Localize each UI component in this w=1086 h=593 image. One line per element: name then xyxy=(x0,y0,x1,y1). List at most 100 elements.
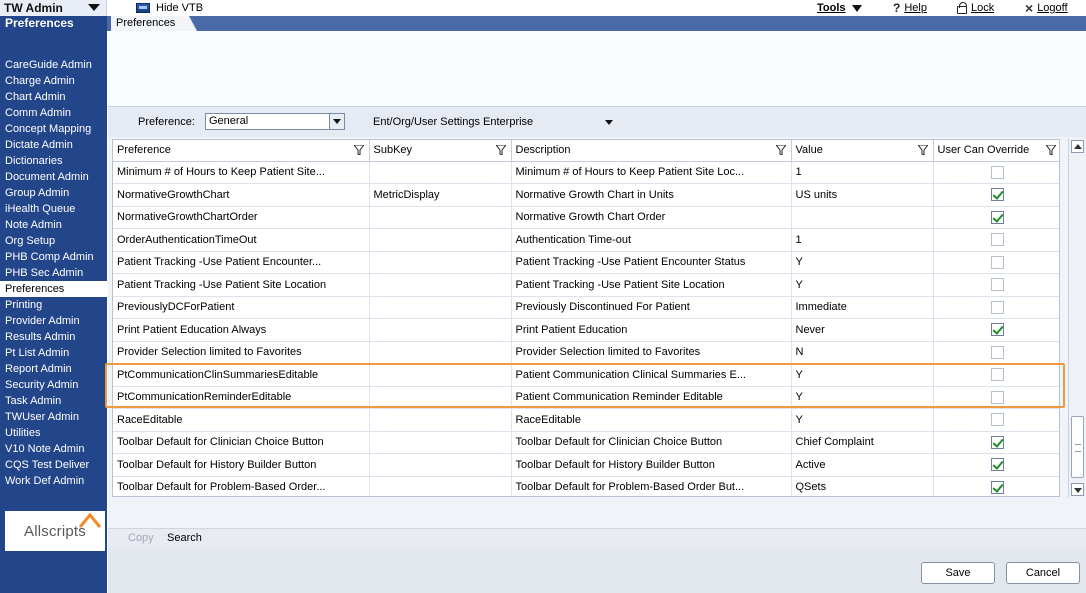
user-can-override-checkbox[interactable] xyxy=(990,300,1004,314)
filter-icon[interactable] xyxy=(353,145,364,155)
help-link[interactable]: ? Help xyxy=(893,1,927,15)
settings-level-label: Ent/Org/User Settings Enterprise xyxy=(373,116,534,128)
user-can-override-checkbox[interactable] xyxy=(990,435,1004,449)
sidebar-item[interactable]: CQS Test Deliver xyxy=(0,457,107,473)
cancel-button[interactable]: Cancel xyxy=(1006,562,1080,584)
sidebar-item[interactable]: Chart Admin xyxy=(0,89,107,105)
scroll-thumb[interactable] xyxy=(1071,416,1084,478)
cell-preference: Toolbar Default for Clinician Choice But… xyxy=(113,431,370,454)
sidebar-item[interactable]: Org Setup xyxy=(0,233,107,249)
table-row[interactable]: Patient Tracking -Use Patient Encounter.… xyxy=(113,251,1059,274)
table-row[interactable]: Print Patient Education Always Print Pati… xyxy=(113,318,1059,342)
sidebar-item[interactable]: Dictate Admin xyxy=(0,137,107,153)
scroll-up-arrow-icon[interactable] xyxy=(1071,140,1084,153)
user-can-override-checkbox[interactable] xyxy=(990,165,1004,179)
sidebar-item[interactable]: Report Admin xyxy=(0,361,107,377)
cell-preference: Provider Selection limited to Favorites xyxy=(113,341,370,364)
sidebar-item[interactable]: PHB Sec Admin xyxy=(0,265,107,281)
table-row[interactable]: Provider Selection limited to Favorites P… xyxy=(113,341,1059,364)
logoff-button[interactable]: × Logoff xyxy=(1025,0,1068,16)
sidebar-item[interactable]: Charge Admin xyxy=(0,73,107,89)
sidebar-item[interactable]: PHB Comp Admin xyxy=(0,249,107,265)
scroll-down-arrow-icon[interactable] xyxy=(1071,483,1084,496)
sidebar-item[interactable]: Note Admin xyxy=(0,217,107,233)
sidebar-item[interactable]: Document Admin xyxy=(0,169,107,185)
cell-override xyxy=(933,363,1059,387)
sidebar-item[interactable]: Provider Admin xyxy=(0,313,107,329)
table-row[interactable]: PtCommunicationClinSummariesEditable Pati… xyxy=(113,363,1059,387)
cell-override xyxy=(933,318,1059,342)
sidebar-item[interactable]: Task Admin xyxy=(0,393,107,409)
tools-menu[interactable]: Tools xyxy=(817,1,862,15)
user-can-override-checkbox[interactable] xyxy=(990,390,1004,404)
sidebar-item[interactable]: iHealth Queue xyxy=(0,201,107,217)
sidebar-item[interactable]: V10 Note Admin xyxy=(0,441,107,457)
sidebar-item[interactable]: Preferences xyxy=(0,281,107,297)
column-header-subkey[interactable]: SubKey xyxy=(369,140,512,162)
column-header-override[interactable]: User Can Override xyxy=(933,140,1059,162)
table-row[interactable]: OrderAuthenticationTimeOut Authentication… xyxy=(113,228,1059,252)
user-can-override-checkbox[interactable] xyxy=(990,188,1004,202)
tab-preferences[interactable]: Preferences xyxy=(111,16,197,31)
table-row[interactable]: NormativeGrowthChart MetricDisplay Normati… xyxy=(113,183,1059,207)
cell-description: Print Patient Education xyxy=(511,318,792,342)
cell-value: US units xyxy=(791,183,934,207)
sidebar-item[interactable]: CareGuide Admin xyxy=(0,57,107,73)
user-can-override-checkbox[interactable] xyxy=(990,345,1004,359)
hide-vtb-button[interactable]: Hide VTB xyxy=(136,1,203,15)
save-button[interactable]: Save xyxy=(921,562,995,584)
preferences-grid: Preference SubKey Description Value User Can… xyxy=(112,139,1060,497)
user-can-override-checkbox[interactable] xyxy=(990,413,1004,427)
table-row[interactable]: RaceEditable RaceEditable Y xyxy=(113,408,1059,432)
filter-icon[interactable] xyxy=(775,145,786,155)
sidebar-item[interactable]: Concept Mapping xyxy=(0,121,107,137)
settings-level-dropdown-icon[interactable] xyxy=(605,120,613,125)
table-row[interactable]: NormativeGrowthChartOrder Normative Growt… xyxy=(113,206,1059,229)
user-can-override-checkbox[interactable] xyxy=(990,458,1004,472)
search-button[interactable]: Search xyxy=(167,532,202,544)
preference-select[interactable]: General xyxy=(205,113,345,130)
sidebar-item[interactable]: Dictionaries xyxy=(0,153,107,169)
user-can-override-checkbox[interactable] xyxy=(990,233,1004,247)
cell-subkey xyxy=(369,206,512,229)
user-can-override-checkbox[interactable] xyxy=(990,323,1004,337)
table-row[interactable]: Minimum # of Hours to Keep Patient Site.… xyxy=(113,161,1059,184)
column-header-value[interactable]: Value xyxy=(791,140,934,162)
help-label: Help xyxy=(904,2,927,14)
table-row[interactable]: Patient Tracking -Use Patient Site Locat… xyxy=(113,273,1059,297)
filter-icon[interactable] xyxy=(917,145,928,155)
column-header-description[interactable]: Description xyxy=(511,140,792,162)
filter-icon[interactable] xyxy=(495,145,506,155)
sidebar-item[interactable]: Pt List Admin xyxy=(0,345,107,361)
user-can-override-checkbox[interactable] xyxy=(990,368,1004,382)
copy-button[interactable]: Copy xyxy=(128,532,154,544)
cell-subkey xyxy=(369,161,512,184)
filter-icon[interactable] xyxy=(1045,145,1056,155)
sidebar-item[interactable]: Group Admin xyxy=(0,185,107,201)
table-row[interactable]: Toolbar Default for Clinician Choice But… xyxy=(113,431,1059,454)
column-header-preference[interactable]: Preference xyxy=(113,140,370,162)
cell-preference: Patient Tracking -Use Patient Site Locat… xyxy=(113,273,370,297)
sidebar-item[interactable]: TWUser Admin xyxy=(0,409,107,425)
user-can-override-checkbox[interactable] xyxy=(990,278,1004,292)
table-row[interactable]: Toolbar Default for History Builder Butt… xyxy=(113,453,1059,477)
cell-value: QSets xyxy=(791,476,934,496)
lock-button[interactable]: Lock xyxy=(957,1,994,15)
role-dropdown[interactable]: TW Admin xyxy=(0,0,107,16)
sidebar-item[interactable]: Results Admin xyxy=(0,329,107,345)
cell-override xyxy=(933,341,1059,364)
grid-vertical-scrollbar[interactable] xyxy=(1068,139,1086,497)
column-header-label: Preference xyxy=(117,144,171,157)
table-row[interactable]: PtCommunicationReminderEditable Patient C… xyxy=(113,386,1059,409)
table-row[interactable]: PreviouslyDCForPatient Previously Discont… xyxy=(113,296,1059,319)
user-can-override-checkbox[interactable] xyxy=(990,255,1004,269)
sidebar-item[interactable]: Comm Admin xyxy=(0,105,107,121)
sidebar-item[interactable]: Work Def Admin xyxy=(0,473,107,489)
sidebar-item[interactable]: Security Admin xyxy=(0,377,107,393)
user-can-override-checkbox[interactable] xyxy=(990,480,1004,494)
sidebar-item[interactable]: Printing xyxy=(0,297,107,313)
table-row[interactable]: Toolbar Default for Problem-Based Order.… xyxy=(113,476,1059,496)
chevron-down-icon[interactable] xyxy=(329,114,344,129)
sidebar-item[interactable]: Utilities xyxy=(0,425,107,441)
user-can-override-checkbox[interactable] xyxy=(990,210,1004,224)
